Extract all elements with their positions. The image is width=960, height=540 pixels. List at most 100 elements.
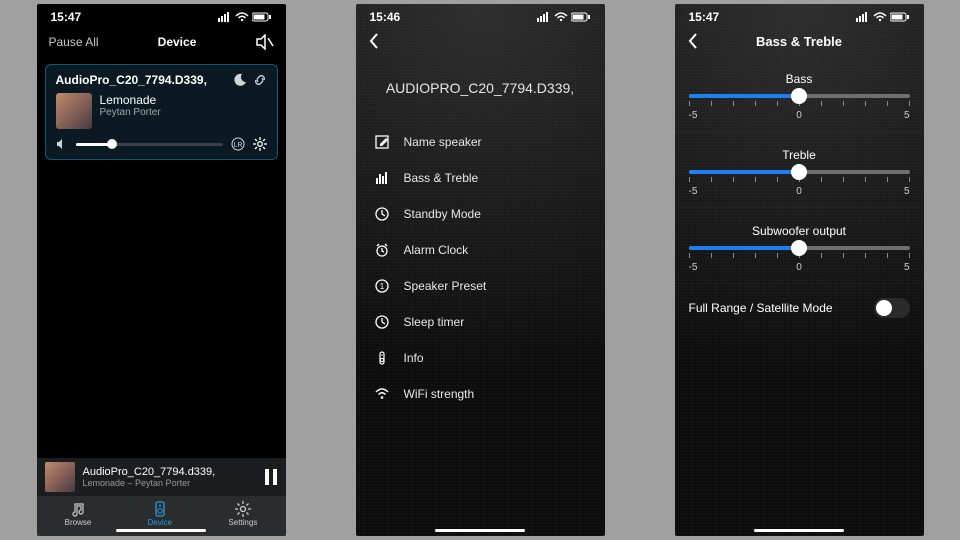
- tick-mid: 0: [796, 262, 802, 273]
- menu-item-bass-treble[interactable]: Bass & Treble: [356, 160, 605, 196]
- speaker-icon: [152, 501, 168, 517]
- stereo-icon[interactable]: LR: [231, 137, 245, 151]
- tick-max: 5: [904, 262, 910, 273]
- phone-screen-device-list: 15:47 Pause All Device AudioPro_C20_7794…: [37, 4, 286, 536]
- tick-mid: 0: [796, 110, 802, 121]
- settings-menu: Name speaker Bass & Treble Standby Mode Ala…: [356, 124, 605, 412]
- phone-screen-settings-menu: 15:46 AUDIOPRO_C20_7794.D339, Name speak…: [356, 4, 605, 536]
- alarm-icon: [374, 243, 390, 257]
- mini-player[interactable]: AudioPro_C20_7794.d339, Lemonade – Peyta…: [37, 458, 286, 496]
- bass-slider-group: Bass -5 0 5: [675, 56, 924, 132]
- status-time: 15:46: [370, 10, 401, 24]
- device-card[interactable]: AudioPro_C20_7794.D339, Lemonade Peytan …: [45, 64, 278, 160]
- battery-icon: [890, 12, 910, 22]
- battery-icon: [252, 12, 272, 22]
- menu-item-label: Alarm Clock: [404, 243, 469, 257]
- album-art: [56, 93, 92, 129]
- menu-item-sleep-timer[interactable]: Sleep timer: [356, 304, 605, 340]
- status-icons: [218, 12, 272, 22]
- wifi-status-icon: [235, 12, 249, 22]
- full-range-toggle[interactable]: [874, 298, 910, 318]
- volume-slider[interactable]: [76, 143, 223, 146]
- menu-item-info[interactable]: Info: [356, 340, 605, 376]
- battery-icon: [571, 12, 591, 22]
- info-icon: [374, 351, 390, 365]
- track-title: Lemonade: [100, 93, 161, 107]
- full-range-toggle-row: Full Range / Satellite Mode: [675, 284, 924, 332]
- gear-icon[interactable]: [253, 137, 267, 151]
- menu-item-label: Standby Mode: [404, 207, 481, 221]
- menu-item-alarm-clock[interactable]: Alarm Clock: [356, 232, 605, 268]
- tick-min: -5: [689, 262, 698, 273]
- mini-player-line1: AudioPro_C20_7794.d339,: [83, 466, 256, 478]
- svg-text:1: 1: [379, 282, 384, 291]
- bass-label: Bass: [689, 72, 910, 86]
- track-artist: Peytan Porter: [100, 107, 161, 118]
- menu-item-name-speaker[interactable]: Name speaker: [356, 124, 605, 160]
- status-icons: [537, 12, 591, 22]
- home-indicator: [754, 529, 844, 532]
- edit-icon: [374, 135, 390, 149]
- pause-icon[interactable]: [264, 469, 278, 485]
- tick-mid: 0: [796, 186, 802, 197]
- phone-screen-bass-treble: 15:47 Bass & Treble Bass-505Treble-505Su…: [675, 4, 924, 536]
- treble-slider[interactable]: [689, 170, 910, 174]
- tab-browse[interactable]: Browse: [65, 501, 92, 527]
- signal-icon: [856, 12, 870, 22]
- wifi-status-icon: [873, 12, 887, 22]
- treble-label: Treble: [689, 148, 910, 162]
- wifi-icon: [374, 387, 390, 401]
- device-name-heading: AUDIOPRO_C20_7794.D339,: [356, 56, 605, 124]
- clock-icon: [374, 207, 390, 221]
- back-button[interactable]: [368, 32, 380, 50]
- eq-icon: [374, 171, 390, 185]
- speaker-mute-icon[interactable]: [256, 34, 274, 50]
- status-bar: 15:47: [37, 4, 286, 26]
- link-icon[interactable]: [253, 73, 267, 87]
- volume-icon: [56, 138, 68, 150]
- menu-item-label: WiFi strength: [404, 387, 475, 401]
- home-indicator: [116, 529, 206, 532]
- tab-settings[interactable]: Settings: [228, 501, 257, 527]
- menu-item-standby-mode[interactable]: Standby Mode: [356, 196, 605, 232]
- status-time: 15:47: [689, 10, 720, 24]
- status-icons: [856, 12, 910, 22]
- home-indicator: [435, 529, 525, 532]
- moon-icon[interactable]: [233, 73, 247, 87]
- sub-label: Subwoofer output: [689, 224, 910, 238]
- sleep-icon: [374, 315, 390, 329]
- menu-item-label: Bass & Treble: [404, 171, 479, 185]
- gear-icon: [235, 501, 251, 517]
- pause-all-button[interactable]: Pause All: [49, 35, 99, 49]
- sub-slider-group: Subwoofer output -5 0 5: [675, 208, 924, 284]
- menu-item-label: Sleep timer: [404, 315, 465, 329]
- wifi-status-icon: [554, 12, 568, 22]
- toggle-label: Full Range / Satellite Mode: [689, 301, 833, 315]
- mini-player-line2: Lemonade – Peytan Porter: [83, 478, 256, 488]
- tick-max: 5: [904, 110, 910, 121]
- svg-text:LR: LR: [233, 142, 242, 149]
- page-title: Device: [158, 35, 197, 49]
- tab-device[interactable]: Device: [148, 501, 172, 527]
- signal-icon: [218, 12, 232, 22]
- menu-item-wifi-strength[interactable]: WiFi strength: [356, 376, 605, 412]
- bass-slider[interactable]: [689, 94, 910, 98]
- device-card-title: AudioPro_C20_7794.D339,: [56, 73, 227, 87]
- tick-min: -5: [689, 110, 698, 121]
- menu-item-label: Name speaker: [404, 135, 482, 149]
- status-time: 15:47: [51, 10, 82, 24]
- signal-icon: [537, 12, 551, 22]
- tick-min: -5: [689, 186, 698, 197]
- status-bar: 15:46: [356, 4, 605, 26]
- sub-slider[interactable]: [689, 246, 910, 250]
- status-bar: 15:47: [675, 4, 924, 26]
- menu-item-speaker-preset[interactable]: 1 Speaker Preset: [356, 268, 605, 304]
- music-icon: [70, 501, 86, 517]
- preset-icon: 1: [374, 279, 390, 293]
- menu-item-label: Info: [404, 351, 424, 365]
- device-header: Pause All Device: [37, 26, 286, 58]
- page-title: Bass & Treble: [675, 34, 924, 49]
- mini-album-art: [45, 462, 75, 492]
- menu-item-label: Speaker Preset: [404, 279, 487, 293]
- tick-max: 5: [904, 186, 910, 197]
